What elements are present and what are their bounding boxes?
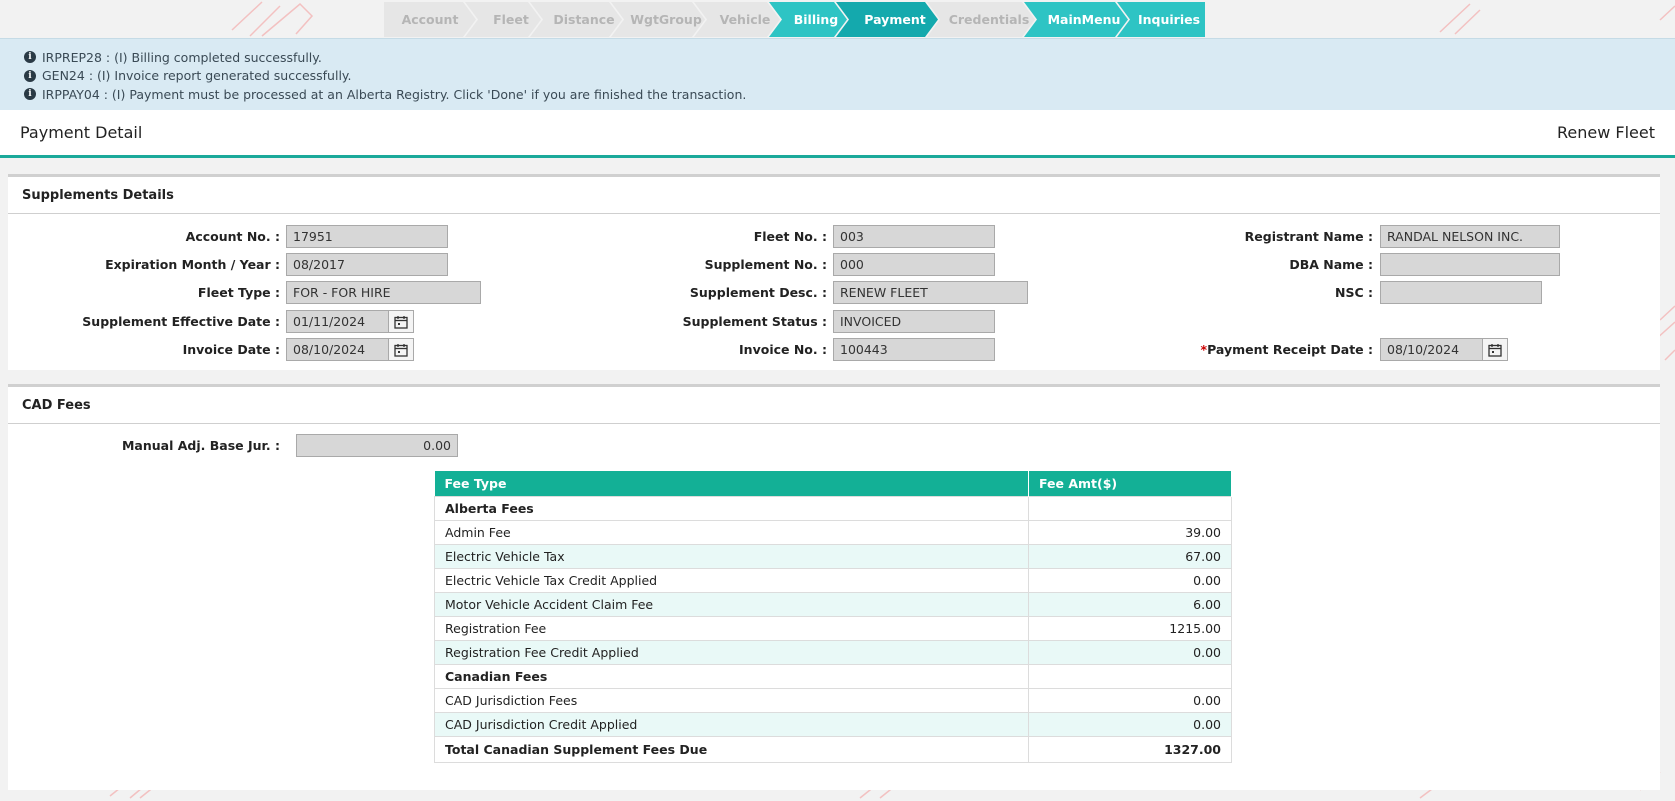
manual-adj-field[interactable]: 0.00 <box>296 434 458 457</box>
supplements-panel: Supplements Details Account No. : 17951 … <box>8 174 1660 370</box>
fee-type-cell: Admin Fee <box>434 519 1029 545</box>
total-label-cell: Total Canadian Supplement Fees Due <box>434 735 1029 763</box>
wizard-step-inquiries[interactable]: Inquiries <box>1117 2 1205 37</box>
fee-amount-cell <box>1028 495 1232 521</box>
message-panel: i IRPREP28 : (I) Billing completed succe… <box>0 38 1675 110</box>
cad-fees-panel: CAD Fees Manual Adj. Base Jur. : 0.00 Fe… <box>8 384 1660 790</box>
message-text: IRPPAY04 : (I) Payment must be processed… <box>42 86 747 102</box>
table-header-row: Fee Type Fee Amt($) <box>434 471 1232 496</box>
fee-amount-cell: 0.00 <box>1028 687 1232 713</box>
supplement-no-field[interactable]: 000 <box>833 253 995 276</box>
message-text: GEN24 : (I) Invoice report generated suc… <box>42 68 352 84</box>
page-header: Payment Detail Renew Fleet <box>0 110 1675 158</box>
supplement-desc-label: Supplement Desc. : <box>689 285 827 300</box>
fee-amount-cell: 1215.00 <box>1028 615 1232 641</box>
account-no-field[interactable]: 17951 <box>286 225 448 248</box>
table-row: Registration Fee Credit Applied 0.00 <box>434 639 1232 665</box>
wizard-step-billing[interactable]: Billing <box>769 2 847 37</box>
payment-receipt-date-label: *Payment Receipt Date : <box>1108 342 1373 357</box>
invoice-date-field[interactable]: 08/10/2024 <box>286 338 389 361</box>
table-row: Motor Vehicle Accident Claim Fee 6.00 <box>434 591 1232 617</box>
calendar-icon[interactable] <box>388 310 414 333</box>
fee-amount-cell: 6.00 <box>1028 591 1232 617</box>
table-group-row: Canadian Fees <box>434 663 1232 689</box>
nsc-field[interactable] <box>1380 281 1542 304</box>
table-row: CAD Jurisdiction Fees 0.00 <box>434 687 1232 713</box>
fee-type-cell: Motor Vehicle Accident Claim Fee <box>434 591 1029 617</box>
supplement-no-label: Supplement No. : <box>704 257 827 272</box>
wizard-steps: Account Fleet Distance WgtGroup Vehicle Billi… <box>384 2 1205 37</box>
fleet-no-label: Fleet No. : <box>753 229 827 244</box>
message-item: i IRPPAY04 : (I) Payment must be process… <box>24 85 1675 104</box>
fee-type-cell: CAD Jurisdiction Credit Applied <box>434 711 1029 737</box>
supplement-status-label: Supplement Status : <box>682 314 827 329</box>
fee-type-cell: Registration Fee <box>434 615 1029 641</box>
manual-adj-label: Manual Adj. Base Jur. : <box>121 438 280 453</box>
invoice-date-label: Invoice Date : <box>182 342 280 357</box>
fee-amount-cell: 67.00 <box>1028 543 1232 569</box>
info-icon: i <box>24 88 36 101</box>
panel-title: Supplements Details <box>8 177 1660 214</box>
wizard-step-fleet[interactable]: Fleet <box>465 2 541 37</box>
fee-amount-cell: 39.00 <box>1028 519 1232 545</box>
fleet-type-field[interactable]: FOR - FOR HIRE <box>286 281 481 304</box>
table-group-row: Alberta Fees <box>434 495 1232 521</box>
wizard-step-distance[interactable]: Distance <box>530 2 622 37</box>
column-header-fee-type[interactable]: Fee Type <box>434 471 1029 496</box>
registrant-name-field[interactable]: RANDAL NELSON INC. <box>1380 225 1560 248</box>
table-row: Admin Fee 39.00 <box>434 519 1232 545</box>
fee-type-cell: Electric Vehicle Tax <box>434 543 1029 569</box>
table-row: CAD Jurisdiction Credit Applied 0.00 <box>434 711 1232 737</box>
wizard-step-payment[interactable]: Payment <box>836 2 938 37</box>
nsc-label: NSC : <box>1335 285 1373 300</box>
total-amount-cell: 1327.00 <box>1028 735 1232 763</box>
payment-receipt-date-field[interactable]: 08/10/2024 <box>1380 338 1483 361</box>
fee-type-cell: Canadian Fees <box>434 663 1029 689</box>
wizard-step-account[interactable]: Account <box>384 2 476 37</box>
page-title: Payment Detail <box>20 123 143 142</box>
fee-amount-cell: 0.00 <box>1028 711 1232 737</box>
calendar-icon[interactable] <box>388 338 414 361</box>
expiration-label: Expiration Month / Year : <box>105 257 280 272</box>
dba-name-field[interactable] <box>1380 253 1560 276</box>
payment-receipt-date-label-text: Payment Receipt Date : <box>1207 342 1373 357</box>
table-row: Registration Fee 1215.00 <box>434 615 1232 641</box>
wizard-step-mainmenu[interactable]: MainMenu <box>1024 2 1128 37</box>
transaction-mode: Renew Fleet <box>1556 123 1655 142</box>
fee-type-cell: Registration Fee Credit Applied <box>434 639 1029 665</box>
fee-table: Fee Type Fee Amt($) Alberta Fees Admin Fe… <box>434 471 1232 763</box>
account-no-label: Account No. : <box>185 229 280 244</box>
supplement-desc-field[interactable]: RENEW FLEET <box>833 281 1028 304</box>
column-header-fee-amt[interactable]: Fee Amt($) <box>1028 471 1232 496</box>
fee-type-cell: Alberta Fees <box>434 495 1029 521</box>
fee-amount-cell: 0.00 <box>1028 639 1232 665</box>
fee-amount-cell <box>1028 663 1232 689</box>
supplement-status-field[interactable]: INVOICED <box>833 310 995 333</box>
table-total-row: Total Canadian Supplement Fees Due 1327.0… <box>434 735 1232 763</box>
table-row: Electric Vehicle Tax Credit Applied 0.00 <box>434 567 1232 593</box>
message-item: i GEN24 : (I) Invoice report generated s… <box>24 67 1675 86</box>
fleet-no-field[interactable]: 003 <box>833 225 995 248</box>
panel-title: CAD Fees <box>8 387 1660 424</box>
invoice-no-field[interactable]: 100443 <box>833 338 995 361</box>
wizard-step-vehicle[interactable]: Vehicle <box>694 2 780 37</box>
fee-type-cell: CAD Jurisdiction Fees <box>434 687 1029 713</box>
wizard-step-credentials[interactable]: Credentials <box>927 2 1035 37</box>
calendar-icon[interactable] <box>1482 338 1508 361</box>
message-text: IRPREP28 : (I) Billing completed success… <box>42 49 322 65</box>
effective-date-field[interactable]: 01/11/2024 <box>286 310 389 333</box>
dba-name-label: DBA Name : <box>1289 257 1373 272</box>
info-icon: i <box>24 69 36 82</box>
invoice-no-label: Invoice No. : <box>739 342 827 357</box>
registrant-name-label: Registrant Name : <box>1244 229 1373 244</box>
effective-date-label: Supplement Effective Date : <box>82 314 280 329</box>
table-row: Electric Vehicle Tax 67.00 <box>434 543 1232 569</box>
fleet-type-label: Fleet Type : <box>197 285 280 300</box>
fee-type-cell: Electric Vehicle Tax Credit Applied <box>434 567 1029 593</box>
message-item: i IRPREP28 : (I) Billing completed succe… <box>24 48 1675 67</box>
fee-amount-cell: 0.00 <box>1028 567 1232 593</box>
info-icon: i <box>24 51 36 64</box>
expiration-field[interactable]: 08/2017 <box>286 253 448 276</box>
wizard-step-wgtgroup[interactable]: WgtGroup <box>611 2 705 37</box>
